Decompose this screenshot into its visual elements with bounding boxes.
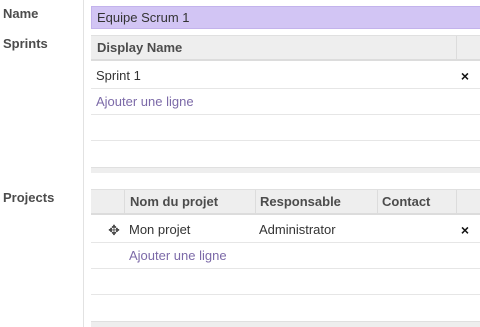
projects-label: Projects	[3, 190, 55, 205]
delete-row-icon[interactable]: ×	[457, 217, 473, 243]
add-project-line-link[interactable]: Ajouter une ligne	[129, 243, 227, 269]
project-responsable[interactable]: Administrator	[259, 217, 336, 243]
table-row[interactable]: Sprint 1 ×	[91, 63, 480, 89]
name-field[interactable]: Equipe Scrum 1	[91, 6, 480, 29]
drag-handle-icon[interactable]: ✥	[107, 217, 121, 243]
column-separator	[124, 190, 125, 214]
sprints-table-footer	[91, 167, 480, 173]
projects-table-header: Nom du projet Responsable Contact	[91, 189, 480, 215]
delete-row-icon[interactable]: ×	[457, 63, 473, 89]
project-name[interactable]: Mon projet	[129, 217, 190, 243]
column-header-responsable[interactable]: Responsable	[260, 190, 341, 214]
empty-row	[91, 141, 480, 167]
table-row[interactable]: ✥ Mon projet Administrator ×	[91, 217, 480, 243]
add-line-row: Ajouter une ligne	[91, 89, 480, 115]
sprint-display-name[interactable]: Sprint 1	[96, 63, 141, 89]
column-separator	[456, 36, 457, 60]
column-header-project-name[interactable]: Nom du projet	[130, 190, 218, 214]
sprints-table: Display Name Sprint 1 × Ajouter une lign…	[91, 35, 480, 175]
column-header-contact[interactable]: Contact	[382, 190, 430, 214]
add-sprint-line-link[interactable]: Ajouter une ligne	[96, 89, 194, 115]
sprints-table-header: Display Name	[91, 35, 480, 61]
form-divider	[83, 0, 84, 327]
name-label: Name	[3, 6, 39, 21]
sprints-label: Sprints	[3, 36, 48, 51]
projects-table-footer	[91, 321, 480, 327]
column-separator	[255, 190, 256, 214]
projects-table: Nom du projet Responsable Contact ✥ Mon …	[91, 189, 480, 327]
empty-row	[91, 115, 480, 141]
empty-row	[91, 269, 480, 295]
column-separator	[456, 190, 457, 214]
add-line-row: Ajouter une ligne	[91, 243, 480, 269]
column-separator	[377, 190, 378, 214]
column-header-display-name[interactable]: Display Name	[97, 36, 182, 60]
empty-row	[91, 295, 480, 321]
